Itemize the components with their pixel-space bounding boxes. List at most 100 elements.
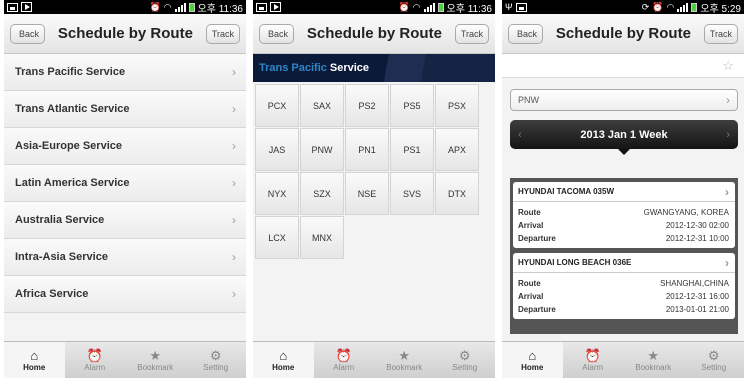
vessel-departure-row: Departure 2013-01-01 21:00 — [518, 303, 729, 316]
route-value: GWANGYANG, KOREA — [643, 208, 729, 217]
vessel-header: HYUNDAI LONG BEACH 036E › — [513, 253, 735, 273]
bottom-tab-bar: ⌂ Home ⏰ Alarm ★ Bookmark ⚙ Setting — [4, 341, 246, 378]
track-button[interactable]: Track — [454, 23, 489, 44]
bottom-tab-bar: ⌂ Home ⏰ Alarm ★ Bookmark ⚙ Setting — [253, 341, 495, 378]
list-item-service[interactable]: Trans Atlantic Service › — [4, 91, 246, 128]
week-selector: ‹ 2013 Jan 1 Week › — [510, 120, 738, 155]
tab-home[interactable]: ⌂ Home — [502, 342, 563, 378]
service-banner-suffix: Service — [329, 62, 370, 74]
route-cell[interactable]: JAS — [255, 128, 299, 171]
tab-label: Home — [521, 362, 544, 372]
signal-icon — [174, 2, 186, 12]
tab-alarm[interactable]: ⏰ Alarm — [314, 342, 375, 378]
route-cell[interactable]: LCX — [255, 216, 299, 259]
tab-bookmark[interactable]: ★ Bookmark — [125, 342, 186, 378]
week-label: 2013 Jan 1 Week — [580, 128, 668, 141]
route-cell[interactable]: PS1 — [390, 128, 434, 171]
route-cell[interactable]: MNX — [300, 216, 344, 259]
back-button[interactable]: Back — [508, 23, 544, 44]
tab-home[interactable]: ⌂ Home — [4, 342, 65, 378]
battery-icon — [188, 2, 195, 12]
vessel-card[interactable]: HYUNDAI TACOMA 035W › Route GWANGYANG, KO… — [513, 182, 735, 248]
tab-alarm[interactable]: ⏰ Alarm — [65, 342, 126, 378]
list-item-service[interactable]: Latin America Service › — [4, 165, 246, 202]
list-item-service[interactable]: Intra-Asia Service › — [4, 239, 246, 276]
home-icon: ⌂ — [279, 347, 288, 363]
tab-label: Bookmark — [386, 362, 423, 372]
tab-label: Setting — [203, 362, 229, 372]
tab-setting[interactable]: ⚙ Setting — [186, 342, 247, 378]
route-select[interactable]: PNW › — [510, 89, 738, 111]
chevron-right-icon: › — [725, 184, 729, 199]
list-item-service[interactable]: Australia Service › — [4, 202, 246, 239]
vessel-details: Route SHANGHAI,CHINA Arrival 2012-12-31 16… — [513, 273, 735, 319]
next-week-arrow-icon[interactable]: › — [726, 129, 730, 141]
route-cell[interactable]: PN1 — [345, 128, 389, 171]
route-cell[interactable]: APX — [435, 128, 479, 171]
signal-icon — [677, 2, 689, 12]
service-list: Trans Pacific Service › Trans Atlantic Se… — [4, 54, 246, 313]
list-item-service[interactable]: Africa Service › — [4, 276, 246, 313]
arrival-value: 2012-12-30 02:00 — [665, 221, 729, 230]
tab-label: Bookmark — [635, 362, 672, 372]
page-title: Schedule by Route — [306, 25, 442, 42]
phone-screen-schedule: Ψ ⟳ ⏰ ◠ 오후 5:29 Back Schedule by Route T… — [502, 0, 744, 378]
back-button[interactable]: Back — [259, 23, 295, 44]
wifi-icon: ◠ — [163, 1, 172, 12]
tab-alarm[interactable]: ⏰ Alarm — [563, 342, 624, 378]
vessel-card[interactable]: HYUNDAI LONG BEACH 036E › Route SHANGHAI,… — [513, 253, 735, 319]
prev-week-arrow-icon[interactable]: ‹ — [518, 129, 522, 141]
route-label: Route — [518, 208, 541, 217]
tab-bookmark[interactable]: ★ Bookmark — [374, 342, 435, 378]
app-header: Back Schedule by Route Track — [502, 14, 744, 54]
chevron-right-icon: › — [232, 287, 236, 301]
service-label: Australia Service — [15, 214, 105, 226]
chevron-right-icon: › — [232, 213, 236, 227]
route-cell[interactable]: SVS — [390, 172, 434, 215]
vessel-arrival-row: Arrival 2012-12-31 16:00 — [518, 290, 729, 303]
home-icon: ⌂ — [528, 347, 537, 363]
route-cell[interactable]: PSX — [435, 84, 479, 127]
service-label: Latin America Service — [15, 177, 130, 189]
route-cell[interactable]: PCX — [255, 84, 299, 127]
departure-value: 2012-12-31 10:00 — [665, 234, 729, 243]
list-item-service[interactable]: Trans Pacific Service › — [4, 54, 246, 91]
vessel-name: HYUNDAI TACOMA 035W — [518, 187, 615, 196]
route-cell[interactable]: PS2 — [345, 84, 389, 127]
tab-bookmark[interactable]: ★ Bookmark — [623, 342, 684, 378]
route-cell[interactable]: NSE — [345, 172, 389, 215]
route-cell[interactable]: SZX — [300, 172, 344, 215]
chevron-right-icon: › — [232, 176, 236, 190]
route-cell[interactable]: SAX — [300, 84, 344, 127]
route-cell[interactable]: PS5 — [390, 84, 434, 127]
service-label: Intra-Asia Service — [15, 251, 108, 263]
tab-home[interactable]: ⌂ Home — [253, 342, 314, 378]
chevron-right-icon: › — [726, 93, 730, 107]
gallery-notification-icon — [256, 2, 267, 12]
bookmark-star-icon[interactable]: ☆ — [722, 58, 734, 74]
track-button[interactable]: Track — [205, 23, 240, 44]
tab-setting[interactable]: ⚙ Setting — [684, 342, 745, 378]
chevron-right-icon: › — [232, 139, 236, 153]
route-cell[interactable]: NYX — [255, 172, 299, 215]
track-button[interactable]: Track — [703, 23, 738, 44]
alarm-status-icon: ⏰ — [149, 1, 161, 12]
phone-screen-service-list: ⏰ ◠ 오후 11:36 Back Schedule by Route Trac… — [4, 0, 246, 378]
list-item-service[interactable]: Asia-Europe Service › — [4, 128, 246, 165]
route-cell[interactable]: DTX — [435, 172, 479, 215]
back-button[interactable]: Back — [10, 23, 46, 44]
gear-icon: ⚙ — [707, 347, 720, 363]
arrival-label: Arrival — [518, 221, 544, 230]
alarm-clock-icon: ⏰ — [335, 347, 352, 363]
wifi-icon: ◠ — [666, 1, 675, 12]
vessel-header: HYUNDAI TACOMA 035W › — [513, 182, 735, 202]
route-select-value: PNW — [518, 95, 539, 105]
tab-setting[interactable]: ⚙ Setting — [435, 342, 496, 378]
star-icon: ★ — [398, 347, 411, 363]
chevron-right-icon: › — [725, 255, 729, 270]
route-cell[interactable]: PNW — [300, 128, 344, 171]
route-grid: PCX SAX PS2 PS5 PSX JAS PNW PN1 PS1 APX … — [253, 82, 495, 259]
bottom-tab-bar: ⌂ Home ⏰ Alarm ★ Bookmark ⚙ Setting — [502, 341, 744, 378]
clock-text: 오후 11:36 — [197, 3, 243, 15]
departure-value: 2013-01-01 21:00 — [665, 305, 729, 314]
